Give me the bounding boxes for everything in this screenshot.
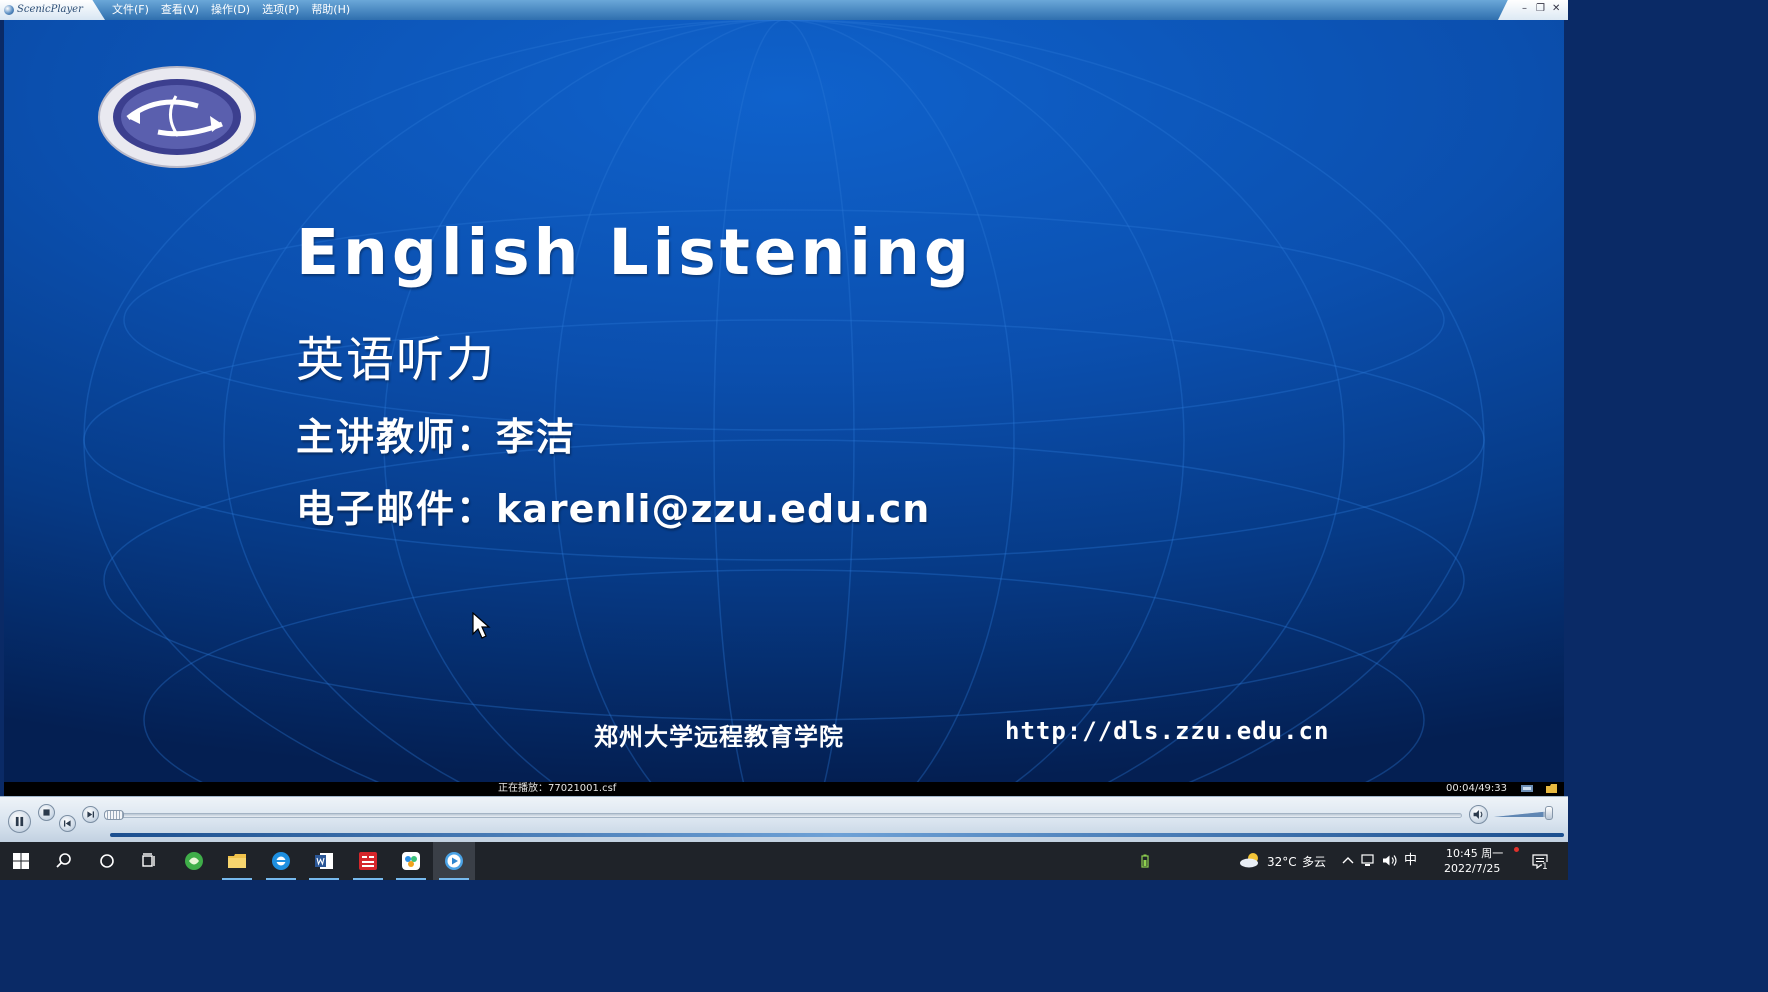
cortana-icon	[100, 854, 114, 868]
word-icon	[315, 853, 333, 869]
running-indicator	[396, 878, 426, 880]
media-player-icon	[445, 852, 463, 870]
email-line: 电子邮件：karenli@zzu.edu.cn	[296, 478, 930, 533]
institution-name: 郑州大学远程教育学院	[594, 722, 844, 751]
search-icon	[56, 853, 71, 868]
menu-help[interactable]: 帮助(H)	[311, 4, 350, 16]
cortana-button[interactable]	[86, 842, 128, 880]
running-indicator	[222, 878, 252, 880]
title-bar[interactable]: ScenicPlayer 文件(F) 查看(V) 操作(D) 选项(P) 帮助(…	[0, 0, 1568, 20]
taskbar-search-button[interactable]	[43, 842, 85, 880]
start-button[interactable]	[0, 842, 42, 880]
control-bar-accent	[110, 833, 1564, 837]
taskbar-app-word[interactable]	[303, 842, 345, 880]
action-center-button[interactable]: 1	[1528, 842, 1568, 880]
task-view-button[interactable]	[128, 842, 170, 880]
video-display[interactable]: English Listening 英语听力 主讲教师：李洁 电子邮件：kare…	[4, 20, 1564, 782]
mouse-cursor-icon	[472, 612, 491, 639]
app-name: ScenicPlayer	[17, 4, 83, 15]
windows-taskbar: 32°C 多云 中 10:45 周一 2022/7/25 1	[0, 842, 1568, 880]
weather-temperature[interactable]: 32°C	[1267, 855, 1297, 869]
time-readout: 00:04/49:33	[1446, 783, 1508, 794]
notification-dot	[1514, 847, 1519, 852]
email-value: karenli@zzu.edu.cn	[496, 487, 931, 531]
volume-thumb[interactable]	[1545, 806, 1553, 820]
browser-green-icon	[185, 852, 203, 870]
running-indicator	[353, 878, 383, 880]
university-logo	[98, 66, 256, 168]
next-button[interactable]	[82, 806, 99, 823]
menu-file[interactable]: 文件(F)	[112, 4, 149, 16]
menu-bar: 文件(F) 查看(V) 操作(D) 选项(P) 帮助(H)	[112, 4, 350, 16]
stop-icon	[43, 809, 50, 816]
app-title-tab: ScenicPlayer	[0, 0, 105, 20]
player-status-strip: 正在播放：77021001.csf 00:04/49:33	[4, 782, 1564, 796]
clock-date[interactable]: 2022/7/25	[1444, 862, 1500, 875]
close-button[interactable]: ✕	[1552, 3, 1560, 15]
restore-button[interactable]: ❐	[1536, 3, 1545, 15]
menu-options[interactable]: 选项(P)	[262, 4, 299, 16]
windows-start-icon	[13, 853, 29, 869]
running-indicator	[266, 878, 296, 880]
file-explorer-icon	[228, 854, 246, 868]
clock-time[interactable]: 10:45 周一	[1446, 847, 1503, 860]
task-view-icon	[142, 853, 155, 867]
show-hidden-icons-chevron[interactable]	[1342, 855, 1354, 865]
volume-tray-icon[interactable]	[1382, 854, 1398, 867]
website-url: http://dls.zzu.edu.cn	[1005, 717, 1330, 745]
pause-button[interactable]	[8, 810, 31, 833]
news-app-icon	[359, 852, 377, 870]
notification-count: 1	[1542, 862, 1548, 872]
minimize-button[interactable]: –	[1522, 3, 1527, 15]
now-playing-label: 正在播放：77021001.csf	[498, 783, 617, 794]
browser-blue-icon	[272, 852, 290, 870]
running-indicator	[309, 878, 339, 880]
volume-slider[interactable]	[1494, 811, 1552, 817]
lecturer-name: 李洁	[496, 414, 577, 459]
slide-title: English Listening	[296, 216, 973, 289]
previous-button[interactable]	[59, 815, 76, 832]
seek-bar[interactable]	[104, 813, 1462, 818]
lecturer-line: 主讲教师：李洁	[296, 406, 576, 461]
seek-thumb[interactable]	[104, 810, 124, 820]
taskbar-app-green-browser[interactable]	[173, 842, 215, 880]
taskbar-app-cloud[interactable]	[390, 842, 432, 880]
running-indicator	[439, 878, 469, 880]
stop-button[interactable]	[38, 804, 55, 821]
mute-button[interactable]	[1469, 805, 1488, 824]
lecturer-label: 主讲教师：	[296, 414, 497, 459]
taskbar-app-blue-browser[interactable]	[260, 842, 302, 880]
speaker-icon	[1473, 810, 1483, 819]
window-controls: – ❐ ✕	[1498, 0, 1568, 20]
taskbar-app-file-explorer[interactable]	[216, 842, 258, 880]
menu-view[interactable]: 查看(V)	[161, 4, 199, 16]
network-icon[interactable]	[1361, 854, 1377, 867]
battery-icon[interactable]	[1140, 854, 1150, 868]
cloud-app-icon	[402, 852, 420, 870]
open-folder-icon[interactable]	[1545, 783, 1559, 794]
taskbar-app-media-player[interactable]	[433, 842, 475, 880]
weather-description[interactable]: 多云	[1302, 855, 1326, 869]
playlist-icon[interactable]	[1520, 783, 1534, 794]
ime-indicator[interactable]: 中	[1404, 854, 1417, 868]
next-icon	[87, 811, 95, 818]
app-logo-icon	[4, 5, 14, 15]
pause-icon	[15, 816, 24, 827]
weather-cloud-icon[interactable]	[1239, 852, 1261, 868]
email-label: 电子邮件：	[296, 486, 497, 531]
previous-icon	[63, 820, 71, 827]
slide-subtitle: 英语听力	[296, 332, 497, 388]
taskbar-app-news[interactable]	[347, 842, 389, 880]
playback-controls	[0, 796, 1568, 842]
menu-operate[interactable]: 操作(D)	[211, 4, 250, 16]
